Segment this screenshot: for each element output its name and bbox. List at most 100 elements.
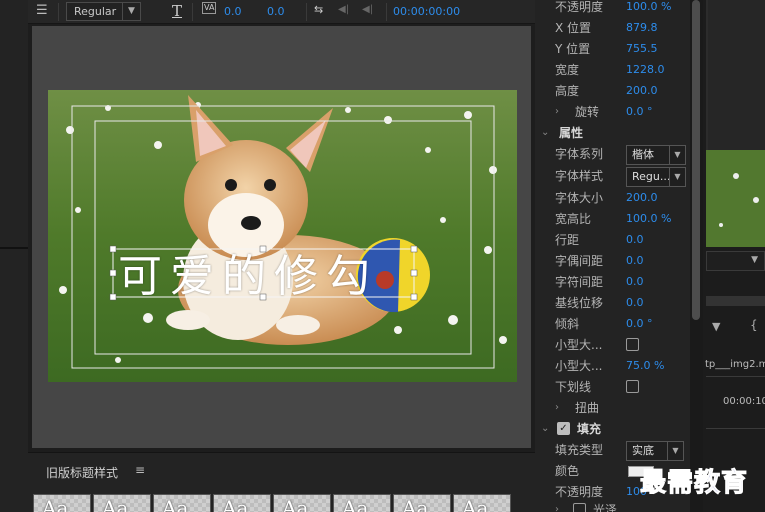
font-style-label: 字体样式 xyxy=(555,169,604,183)
distort-row[interactable]: › 扭曲 xyxy=(535,398,690,418)
smallcaps-size-row: 小型大... 75.0 % xyxy=(535,356,690,376)
aspect-row: 宽高比 100.0 % xyxy=(535,209,690,229)
clip-name[interactable]: tp___img2.m xyxy=(705,359,765,370)
timeline-timecode: 00:00:10 xyxy=(723,396,765,407)
kerning-label: 字偶间距 xyxy=(555,254,604,268)
x-position-label: X 位置 xyxy=(555,21,592,35)
resize-handle[interactable] xyxy=(410,245,418,253)
resize-handle[interactable] xyxy=(109,245,117,253)
smallcaps-label: 小型大... xyxy=(555,338,603,352)
resize-handle[interactable] xyxy=(410,293,418,301)
font-size-value[interactable]: 200.0 xyxy=(626,188,658,208)
monitor-dropdown[interactable]: ▼ xyxy=(706,251,765,271)
properties-scrollbar-thumb[interactable] xyxy=(692,0,700,320)
chevron-right-icon[interactable]: › xyxy=(555,500,559,512)
width-row: 宽度 1228.0 xyxy=(535,60,690,80)
fill-section-header[interactable]: ⌄ ✓ 填充 xyxy=(535,419,690,439)
font-family-row: 字体系列 楷体 ▼ xyxy=(535,144,690,165)
rotation-value[interactable]: 0.0 ° xyxy=(626,102,653,122)
action-safe-guide xyxy=(71,105,495,369)
title-properties-panel: 不透明度 100.0 % X 位置 879.8 Y 位置 755.5 宽度 12… xyxy=(535,0,690,512)
resize-handle[interactable] xyxy=(109,293,117,301)
attributes-section-title: 属性 xyxy=(559,126,584,140)
divider xyxy=(706,376,765,377)
smallcaps-row: 小型大... xyxy=(535,335,690,355)
chevron-down-icon[interactable]: ⌄ xyxy=(541,123,549,143)
chevron-down-icon: ▼ xyxy=(669,146,685,164)
smallcaps-size-value[interactable]: 75.0 % xyxy=(626,356,664,376)
style-swatch[interactable]: Aa xyxy=(333,494,391,512)
y-position-label: Y 位置 xyxy=(555,42,591,56)
leading-row: 行距 0.0 xyxy=(535,230,690,250)
monitor-preview-drawing xyxy=(706,0,765,247)
legacy-title-window: ☰ Regular ▼ T VA 0.0 0.0 ⇆ ◀| ◀| 00:00:0… xyxy=(0,0,765,512)
mark-in-icon[interactable]: { xyxy=(750,318,758,332)
font-family-value: 楷体 xyxy=(632,148,654,161)
kerning-value[interactable]: 0.0 xyxy=(626,251,644,271)
font-style-row: 字体样式 Regu... ▼ xyxy=(535,166,690,187)
chevron-right-icon[interactable]: › xyxy=(555,398,559,418)
smallcaps-checkbox[interactable] xyxy=(626,338,639,351)
title-text-object[interactable]: 可爱的修勾 xyxy=(118,240,378,304)
canvas-overlays xyxy=(71,105,495,369)
underline-row: 下划线 xyxy=(535,377,690,397)
color-label: 颜色 xyxy=(555,464,580,478)
height-label: 高度 xyxy=(555,84,580,98)
chevron-down-icon: ▼ xyxy=(751,255,758,265)
height-value[interactable]: 200.0 xyxy=(626,81,658,101)
font-size-label: 字体大小 xyxy=(555,191,604,205)
monitor-scrubber[interactable] xyxy=(706,296,765,306)
style-swatch[interactable]: Aa xyxy=(213,494,271,512)
marker-icon[interactable]: ▼ xyxy=(712,320,720,333)
fill-type-dropdown[interactable]: 实底 ▼ xyxy=(626,441,684,461)
aspect-value[interactable]: 100.0 % xyxy=(626,209,671,229)
style-swatch[interactable]: Aa xyxy=(153,494,211,512)
font-style-dropdown[interactable]: Regu... ▼ xyxy=(626,167,686,187)
panel-menu-icon[interactable]: ≡ xyxy=(135,463,145,477)
sheen-row[interactable]: › 光泽 xyxy=(535,500,690,512)
style-swatch[interactable]: Aa xyxy=(393,494,451,512)
resize-handle[interactable] xyxy=(410,269,418,277)
attributes-section-header[interactable]: ⌄ 属性 xyxy=(535,123,690,143)
style-swatch[interactable]: Aa xyxy=(93,494,151,512)
chevron-down-icon: ▼ xyxy=(667,442,683,460)
font-style-prop-value: Regu... xyxy=(632,170,671,183)
smallcaps-size-label: 小型大... xyxy=(555,359,603,373)
tracking-label: 字符间距 xyxy=(555,275,604,289)
x-position-value[interactable]: 879.8 xyxy=(626,18,658,38)
fill-section-title: 填充 xyxy=(577,422,602,436)
width-value[interactable]: 1228.0 xyxy=(626,60,665,80)
style-swatch[interactable]: Aa xyxy=(273,494,331,512)
fill-opacity-label: 不透明度 xyxy=(555,485,604,499)
y-position-value[interactable]: 755.5 xyxy=(626,39,658,59)
watermark-logo: 最需教育 xyxy=(639,468,749,499)
opacity-value[interactable]: 100.0 % xyxy=(626,0,671,17)
underline-checkbox[interactable] xyxy=(626,380,639,393)
styles-panel-title: 旧版标题样式 xyxy=(46,466,119,480)
fill-checkbox[interactable]: ✓ xyxy=(557,422,570,435)
width-label: 宽度 xyxy=(555,63,580,77)
sheen-label: 光泽 xyxy=(593,503,618,512)
opacity-row: 不透明度 100.0 % xyxy=(535,0,690,17)
tracking-row: 字符间距 0.0 xyxy=(535,272,690,292)
sheen-checkbox[interactable] xyxy=(573,503,586,512)
y-position-row: Y 位置 755.5 xyxy=(535,39,690,59)
tracking-prop-value[interactable]: 0.0 xyxy=(626,272,644,292)
legacy-title-styles-panel: 旧版标题样式 ≡ Aa Aa Aa Aa Aa Aa Aa Aa xyxy=(28,452,535,512)
baseline-value[interactable]: 0.0 xyxy=(626,293,644,313)
font-family-label: 字体系列 xyxy=(555,147,604,161)
style-swatch[interactable]: Aa xyxy=(33,494,91,512)
leading-value[interactable]: 0.0 xyxy=(626,230,644,250)
chevron-down-icon[interactable]: ⌄ xyxy=(541,419,549,439)
distort-label: 扭曲 xyxy=(575,401,600,415)
chevron-right-icon[interactable]: › xyxy=(555,102,559,122)
underline-label: 下划线 xyxy=(555,380,592,394)
rotation-row[interactable]: › 旋转 0.0 ° xyxy=(535,102,690,122)
divider xyxy=(706,428,765,429)
slant-value[interactable]: 0.0 ° xyxy=(626,314,653,334)
style-swatch[interactable]: Aa xyxy=(453,494,511,512)
font-family-dropdown[interactable]: 楷体 ▼ xyxy=(626,145,686,165)
kerning-row: 字偶间距 0.0 xyxy=(535,251,690,271)
height-row: 高度 200.0 xyxy=(535,81,690,101)
resize-handle[interactable] xyxy=(109,269,117,277)
